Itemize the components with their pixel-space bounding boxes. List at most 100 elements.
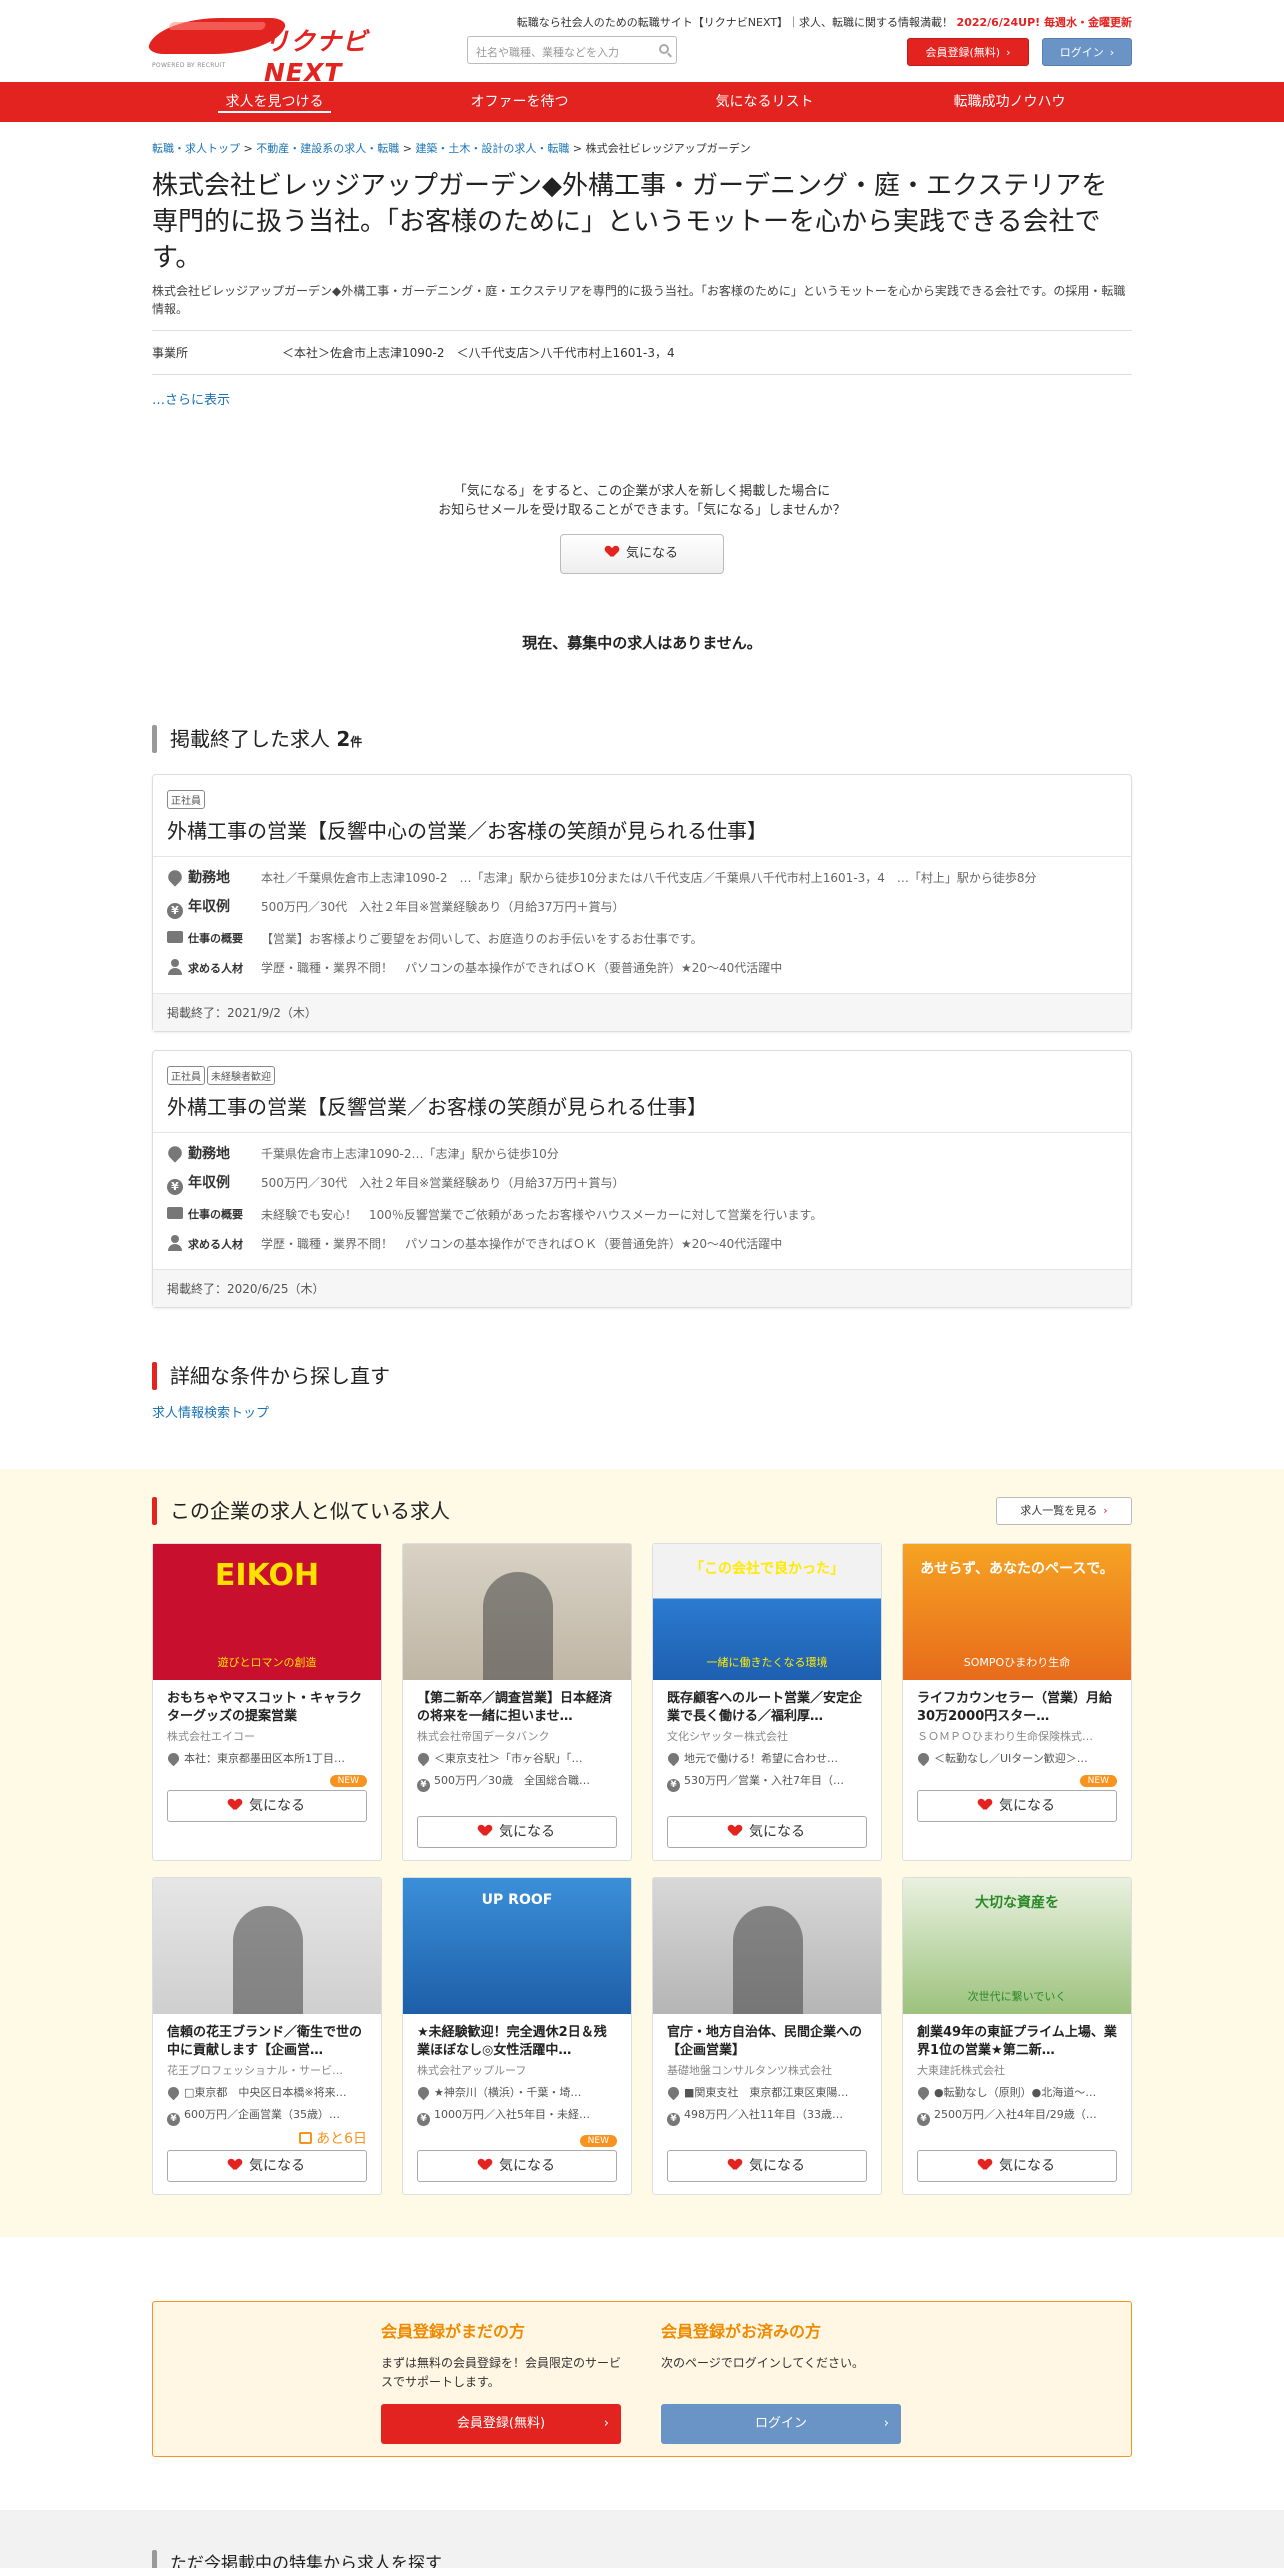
company-title: 株式会社ビレッジアップガーデン◆外構工事・ガーデニング・庭・エクステリアを専門的… — [152, 171, 1108, 273]
similar-job-location: ＜転勤なし／UIターン歓迎＞… — [917, 1750, 1117, 1766]
similar-job-title[interactable]: 既存顧客へのルート営業／安定企業で長く働ける／福利厚… — [667, 1690, 867, 1726]
similar-job-card[interactable]: UP ROOF ★未経験歓迎！完全週休2日＆残業ほぼなし◎女性活躍中… 株式会社アッ… — [402, 1877, 632, 2195]
location-pin-icon — [667, 1750, 682, 1766]
search-icon[interactable] — [659, 44, 669, 54]
job-title[interactable]: 外構工事の営業【反響中心の営業／お客様の笑顔が見られる仕事】 — [167, 815, 1117, 844]
nav-item-offers[interactable]: オファーを待つ — [397, 82, 642, 122]
job-thumbnail[interactable]: UP ROOF — [403, 1878, 631, 2014]
similar-jobs-section: この企業の求人と似ている求人 求人一覧を見る › EIKOH 遊びとロマンの創造 おも… — [0, 1469, 1284, 2237]
similar-favorite-button[interactable]: 気になる — [417, 2150, 617, 2182]
breadcrumb-link[interactable]: 転職・求人トップ — [152, 142, 240, 155]
similar-favorite-button[interactable]: 気になる — [917, 2150, 1117, 2182]
member-register-button[interactable]: 会員登録(無料) › — [381, 2404, 621, 2444]
similar-job-company: 株式会社エイコー — [167, 1730, 255, 1743]
similar-job-title[interactable]: おもちゃやマスコット・キャラクターグッズの提案営業 — [167, 1690, 367, 1726]
thumb-text: あせらず、あなたのペースで。 — [920, 1561, 1114, 1577]
show-more-link[interactable]: …さらに表示 — [152, 389, 1132, 408]
job-location: 本社／千葉県佐倉市上志津1090-2 …「志津」駅から徒歩10分または八千代支店… — [261, 871, 1037, 885]
breadcrumb-link[interactable]: 建築・土木・設計の求人・転職 — [415, 142, 569, 155]
header-login-button[interactable]: ログイン › — [1042, 38, 1132, 66]
job-thumbnail[interactable]: あせらず、あなたのペースで。 SOMPOひまわり生命 — [903, 1544, 1131, 1680]
header-register-button[interactable]: 会員登録(無料) › — [907, 38, 1029, 66]
similar-favorite-button[interactable]: 気になる — [167, 2150, 367, 2182]
favorite-prompt: 「気になる」をすると、この企業が求人を新しく掲載した場合に お知らせメールを受け… — [152, 482, 1132, 574]
office-label: 事業所 — [152, 346, 189, 360]
similar-job-card[interactable]: あせらず、あなたのペースで。 SOMPOひまわり生命ライフカウンセラー（営業）月給… — [902, 1543, 1132, 1861]
similar-job-company: 大東建託株式会社 — [917, 2064, 1005, 2077]
yen-icon: ¥ — [417, 2113, 430, 2126]
similar-favorite-button[interactable]: 気になる — [667, 1816, 867, 1848]
similar-job-card[interactable]: EIKOH 遊びとロマンの創造おもちゃやマスコット・キャラクターグッズの提案営業株… — [152, 1543, 382, 1861]
briefcase-icon — [167, 931, 183, 943]
no-jobs-message: 現在、募集中の求人はありません。 — [522, 634, 762, 652]
job-salary-row: ¥ 年収例 500万円／30代 入社２年目※営業経験あり（月給37万円＋賞与） — [167, 898, 1117, 919]
location-pin-icon — [167, 1750, 182, 1766]
member-login-button[interactable]: ログイン › — [661, 2404, 901, 2444]
similar-favorite-button[interactable]: 気になる — [667, 2150, 867, 2182]
similar-favorite-button[interactable]: 気になる — [417, 1816, 617, 1848]
member-register-title: 会員登録がまだの方 — [381, 2322, 526, 2341]
similar-job-location: ＜東京支社＞「市ヶ谷駅」「… — [417, 1750, 617, 1766]
nav-item-find-jobs[interactable]: 求人を見つける — [152, 82, 397, 122]
chevron-right-icon: › — [1103, 1504, 1108, 1517]
similar-job-salary: ¥600万円／企画営業（35歳）… — [167, 2106, 367, 2126]
similar-job-title[interactable]: 創業49年の東証プライム上場、業界1位の営業★第二新… — [917, 2024, 1117, 2060]
similar-job-location: ●転勤なし（原則）●北海道～… — [917, 2084, 1117, 2100]
nav-item-knowhow[interactable]: 転職成功ノウハウ — [887, 82, 1132, 122]
heart-icon — [479, 1825, 491, 1837]
location-pin-icon — [917, 1750, 932, 1766]
logo-sub: POWERED BY RECRUIT — [152, 62, 226, 69]
similar-job-company: 花王プロフェッショナル・サービ… — [167, 2064, 343, 2077]
nav-item-favorites[interactable]: 気になるリスト — [642, 82, 887, 122]
similar-job-card[interactable]: 官庁・地方自治体、民間企業への【企画営業】 基礎地盤コンサルタンツ株式会社 ■関東支… — [652, 1877, 882, 2195]
job-thumbnail[interactable]: 大切な資産を 次世代に繋いでいく — [903, 1878, 1131, 2014]
breadcrumb: 転職・求人トップ > 不動産・建設系の求人・転職 > 建築・土木・設計の求人・転… — [152, 142, 751, 155]
main-content: 転職・求人トップ > 不動産・建設系の求人・転職 > 建築・土木・設計の求人・転… — [152, 140, 1132, 1421]
yen-icon: ¥ — [667, 1779, 680, 1792]
job-thumbnail[interactable]: EIKOH 遊びとロマンの創造 — [153, 1544, 381, 1680]
similar-job-title[interactable]: 信頼の花王ブランド／衛生で世の中に貢献します【企画営… — [167, 2024, 367, 2060]
similar-job-title[interactable]: ライフカウンセラー（営業）月給30万2000円スター… — [917, 1690, 1117, 1726]
company-favorite-button[interactable]: 気になる — [560, 534, 724, 574]
similar-job-card[interactable]: 「この会社で良かった」 一緒に働きたくなる環境既存顧客へのルート営業／安定企業で長… — [652, 1543, 882, 1861]
yen-icon: ¥ — [917, 2113, 930, 2126]
job-thumbnail[interactable]: 「この会社で良かった」 一緒に働きたくなる環境 — [653, 1544, 881, 1680]
similar-job-title[interactable]: 官庁・地方自治体、民間企業への【企画営業】 — [667, 2024, 867, 2060]
similar-favorite-button[interactable]: 気になる — [917, 1790, 1117, 1822]
featured-heading: ただ今掲載中の特集から求人を探す — [152, 2550, 1132, 2568]
ended-job-card[interactable]: 正社員 未経験者歓迎 外構工事の営業【反響営業／お客様の笑顔が見られる仕事】 勤務… — [152, 1050, 1132, 1308]
job-summary: 未経験でも安心！ 100％反響営業でご依頼があったお客様やハウスメーカーに対して… — [261, 1208, 823, 1222]
job-list-button[interactable]: 求人一覧を見る › — [996, 1497, 1132, 1525]
job-location-row: 勤務地 本社／千葉県佐倉市上志津1090-2 …「志津」駅から徒歩10分または八千… — [165, 867, 1117, 887]
member-login-text: 次のページでログインしてください。 — [661, 2356, 865, 2370]
site-header: リクナビNEXT POWERED BY RECRUIT 転職なら社会人のための転… — [146, 0, 1132, 87]
job-thumbnail[interactable] — [653, 1878, 881, 2014]
location-pin-icon — [917, 2084, 932, 2100]
job-search-top-link[interactable]: 求人情報検索トップ — [152, 1402, 1132, 1421]
job-ended-date: 掲載終了：2020/6/25（木） — [153, 1269, 1131, 1307]
job-title[interactable]: 外構工事の営業【反響営業／お客様の笑顔が見られる仕事】 — [167, 1091, 1117, 1120]
similar-favorite-button[interactable]: 気になる — [167, 1790, 367, 1822]
site-logo[interactable]: リクナビNEXT POWERED BY RECRUIT — [146, 18, 402, 87]
briefcase-icon — [167, 1207, 183, 1219]
similar-job-card[interactable]: 【第二新卒／調査営業】日本経済の将来を一緒に担いませ… 株式会社帝国データバンク ＜… — [402, 1543, 632, 1861]
location-pin-icon — [167, 2084, 182, 2100]
ended-job-card[interactable]: 正社員 外構工事の営業【反響中心の営業／お客様の笑顔が見られる仕事】 勤務地 本社… — [152, 774, 1132, 1032]
ended-jobs-heading: 掲載終了した求人 2件 — [152, 725, 1132, 756]
similar-job-title[interactable]: 【第二新卒／調査営業】日本経済の将来を一緒に担いませ… — [417, 1690, 617, 1726]
breadcrumb-link[interactable]: 不動産・建設系の求人・転職 — [256, 142, 399, 155]
member-register-text: まずは無料の会員登録を！会員限定のサービスでサポートします。 — [381, 2356, 622, 2389]
job-summary-row: 仕事の概要 未経験でも安心！ 100％反響営業でご依頼があったお客様やハウスメーカ… — [167, 1206, 1117, 1224]
job-thumbnail[interactable] — [403, 1544, 631, 1680]
similar-job-card[interactable]: 信頼の花王ブランド／衛生で世の中に貢献します【企画営… 花王プロフェッショナル・サ… — [152, 1877, 382, 2195]
similar-job-salary: ¥2500万円／入社4年目/29歳（… — [917, 2106, 1117, 2126]
keyword-search-input[interactable]: 社名や職種、業種などを入力 — [467, 36, 677, 64]
global-nav: 求人を見つける オファーを待つ 気になるリスト 転職成功ノウハウ — [0, 82, 1284, 122]
job-thumbnail[interactable] — [153, 1878, 381, 2014]
location-pin-icon — [667, 2084, 682, 2100]
thumb-caption: 遊びとロマンの創造 — [217, 1656, 317, 1669]
new-badge: NEW — [579, 2135, 617, 2147]
similar-job-card[interactable]: 大切な資産を 次世代に繋いでいく創業49年の東証プライム上場、業界1位の営業★第二… — [902, 1877, 1132, 2195]
yen-icon: ¥ — [167, 2113, 180, 2126]
similar-job-title[interactable]: ★未経験歓迎！完全週休2日＆残業ほぼなし◎女性活躍中… — [417, 2024, 617, 2060]
